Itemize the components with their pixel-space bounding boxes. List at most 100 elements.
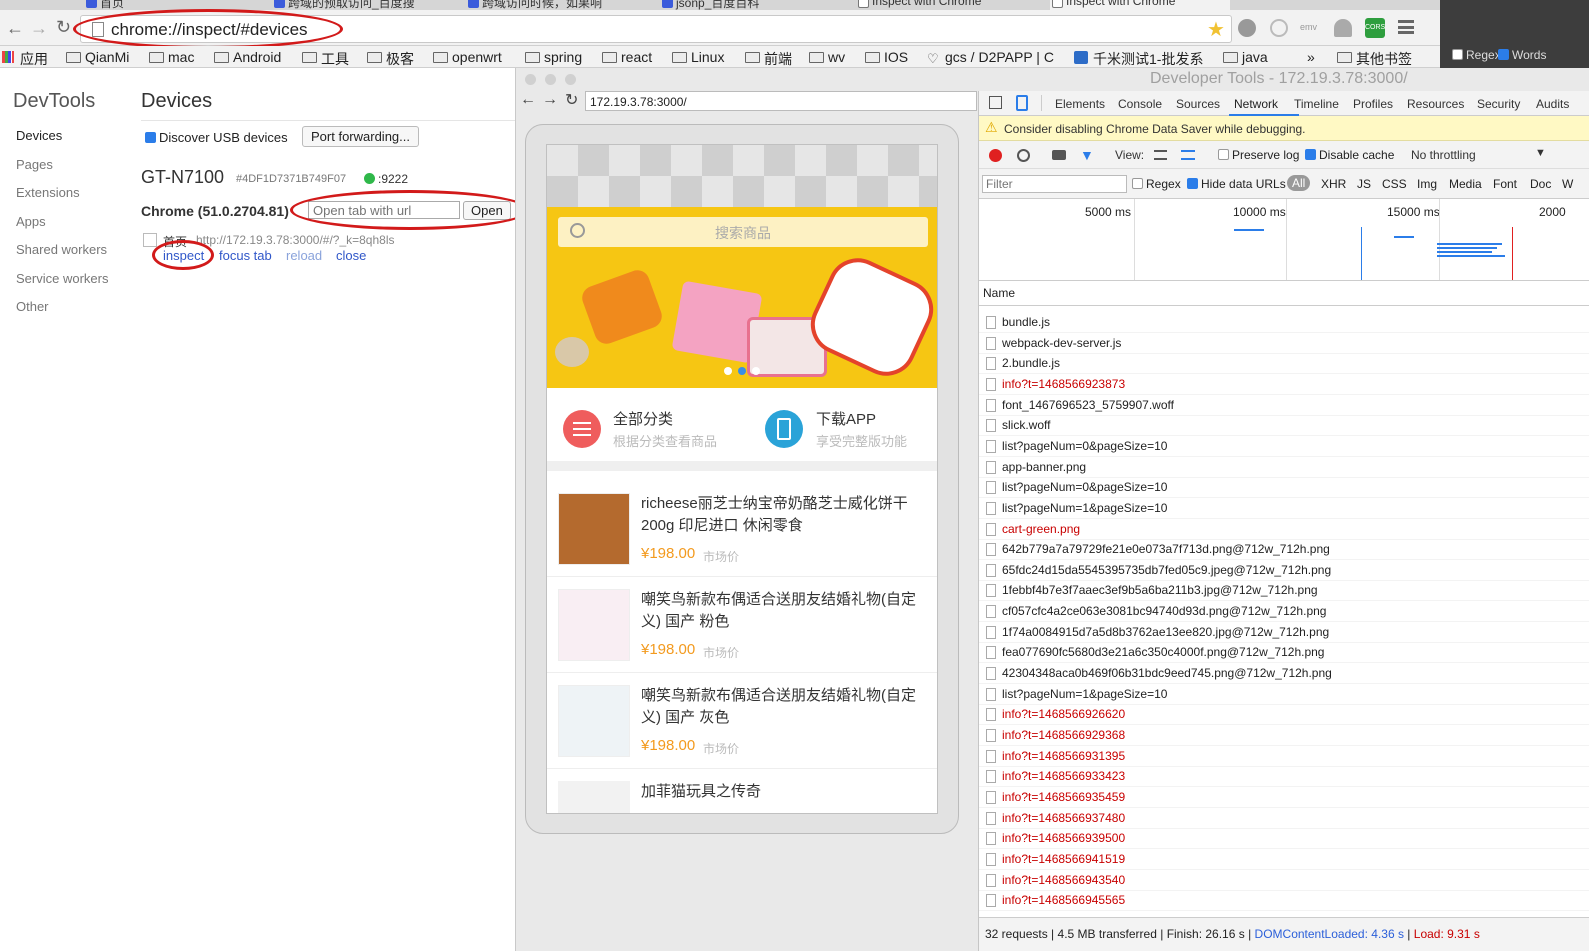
request-row[interactable]: 65fdc24d15da5545395735db7fed05c9.jpeg@71… (979, 560, 1589, 581)
extension-icon[interactable]: emv (1300, 22, 1317, 32)
bookmark-link[interactable]: 千米测试1-批发系 (1073, 49, 1213, 69)
request-row[interactable]: 2.bundle.js (979, 353, 1589, 375)
request-row[interactable]: list?pageNum=0&pageSize=10 (979, 477, 1589, 499)
bookmark-folder[interactable]: mac (148, 49, 194, 65)
browser-tab[interactable]: jsonp_百度百科 (660, 0, 835, 10)
bookmark-folder[interactable]: Linux (671, 49, 724, 65)
name-column-header[interactable]: Name (979, 281, 1589, 306)
tab-network[interactable]: Network (1234, 97, 1278, 111)
request-row[interactable]: info?t=1468566933423 (979, 766, 1589, 788)
bookmark-folder[interactable]: 前端 (744, 49, 792, 69)
filter-all[interactable]: All (1287, 175, 1311, 191)
nav-devices[interactable]: Devices (16, 128, 62, 143)
bookmark-folder[interactable]: wv (808, 49, 845, 65)
tab-profiles[interactable]: Profiles (1353, 97, 1393, 111)
filter-ws[interactable]: W (1562, 177, 1573, 191)
clear-icon[interactable] (1017, 149, 1030, 162)
cors-icon[interactable]: CORS (1365, 18, 1385, 38)
request-row[interactable]: info?t=1468566935459 (979, 787, 1589, 808)
other-bookmarks[interactable]: 其他书签 (1336, 49, 1412, 69)
tab-console[interactable]: Console (1118, 97, 1162, 111)
camera-icon[interactable] (1052, 150, 1066, 160)
chevron-down-icon[interactable]: ▼ (1535, 147, 1546, 159)
carousel-dot-active[interactable] (738, 367, 746, 375)
record-icon[interactable] (989, 149, 1002, 162)
overview-icon[interactable] (1181, 150, 1195, 160)
nav-other[interactable]: Other (16, 299, 49, 314)
bookmark-folder[interactable]: QianMi (65, 49, 129, 65)
focus-tab-link[interactable]: focus tab (219, 248, 272, 263)
nav-pages[interactable]: Pages (16, 157, 53, 172)
forward-icon[interactable]: → (30, 18, 48, 39)
bookmark-link[interactable]: ♡ gcs / D2PAPP | C (925, 49, 1060, 65)
request-row[interactable]: 1f74a0084915d7a5d8b3762ae13ee820.jpg@712… (979, 622, 1589, 643)
request-row[interactable]: 1febbf4b7e3f7aaec3ef9b5a6ba211b3.jpg@712… (979, 580, 1589, 602)
request-row[interactable]: info?t=1468566926620 (979, 704, 1589, 726)
port-forwarding-button[interactable]: Port forwarding... (302, 126, 419, 147)
star-icon[interactable]: ★ (1207, 17, 1225, 42)
screencast-forward-icon[interactable]: → (542, 91, 558, 109)
tab-audits[interactable]: Audits (1536, 97, 1569, 111)
device-screen[interactable]: 搜索商品 全部分类 根据分类查看商品 下载APP 享受完整版功能 richees… (546, 144, 938, 814)
tab-sources[interactable]: Sources (1176, 97, 1220, 111)
browser-tab[interactable]: Inspect with Chrome (856, 0, 1036, 10)
bookmark-folder[interactable]: IOS (864, 49, 908, 65)
request-row[interactable]: info?t=1468566945565 (979, 890, 1589, 912)
tab-resources[interactable]: Resources (1407, 97, 1464, 111)
browser-tab[interactable]: 跨域的预取访问_百度搜 (272, 0, 452, 10)
request-row[interactable]: cf057cfc4a2ce063e3081bc94740d93d.png@712… (979, 601, 1589, 623)
request-row[interactable]: fea077690fc5680d3e21a6c350c4000f.png@712… (979, 642, 1589, 664)
request-row[interactable]: list?pageNum=0&pageSize=10 (979, 436, 1589, 457)
bookmark-folder[interactable]: Android (213, 49, 281, 65)
filter-icon[interactable]: ▼ (1080, 147, 1094, 163)
carousel-dot[interactable] (752, 367, 760, 375)
browser-tab-active[interactable]: Inspect with Chrome (1050, 0, 1230, 10)
inspect-element-icon[interactable] (989, 96, 1002, 109)
request-row[interactable]: info?t=1468566923873 (979, 374, 1589, 395)
request-row[interactable]: info?t=1468566943540 (979, 870, 1589, 891)
bookmark-folder[interactable]: 工具 (301, 49, 349, 69)
filter-img[interactable]: Img (1417, 177, 1437, 191)
filter-media[interactable]: Media (1449, 177, 1482, 191)
request-row[interactable]: list?pageNum=1&pageSize=10 (979, 684, 1589, 705)
request-row[interactable]: info?t=1468566937480 (979, 808, 1589, 829)
filter-css[interactable]: CSS (1382, 177, 1407, 191)
request-row[interactable]: bundle.js (979, 312, 1589, 333)
umbrella-icon[interactable] (1334, 19, 1352, 37)
filter-js[interactable]: JS (1357, 177, 1371, 191)
category-all-title[interactable]: 全部分类 (613, 408, 673, 429)
request-row[interactable]: info?t=1468566941519 (979, 849, 1589, 870)
nav-service-workers[interactable]: Service workers (16, 271, 108, 286)
menu-icon[interactable] (1398, 20, 1414, 34)
search-bar[interactable]: 搜索商品 (558, 217, 928, 247)
filter-input[interactable] (982, 175, 1127, 193)
filter-font[interactable]: Font (1493, 177, 1517, 191)
window-minimize-icon[interactable] (545, 74, 556, 85)
window-close-icon[interactable] (525, 74, 536, 85)
preserve-log-checkbox[interactable] (1218, 149, 1229, 160)
window-zoom-icon[interactable] (565, 74, 576, 85)
screencast-url-input[interactable]: 172.19.3.78:3000/ (585, 91, 977, 111)
bookmark-folder[interactable]: java (1222, 49, 1268, 65)
regex-checkbox[interactable] (1452, 49, 1463, 60)
request-row[interactable]: app-banner.png (979, 457, 1589, 478)
request-row[interactable]: font_1467696523_5759907.woff (979, 395, 1589, 416)
reload-icon[interactable]: ↻ (56, 17, 71, 38)
nav-extensions[interactable]: Extensions (16, 185, 80, 200)
bookmark-folder[interactable]: openwrt (432, 49, 502, 65)
back-icon[interactable]: ← (6, 18, 24, 39)
tab-elements[interactable]: Elements (1055, 97, 1105, 111)
filter-xhr[interactable]: XHR (1321, 177, 1346, 191)
hide-data-urls-checkbox[interactable] (1187, 178, 1198, 189)
device-mode-icon[interactable] (1016, 95, 1028, 111)
request-row[interactable]: 42304348aca0b469f06b31bdc9eed745.png@712… (979, 663, 1589, 685)
regex-checkbox[interactable] (1132, 178, 1143, 189)
product-item[interactable]: 嘲笑鸟新款布偶适合送朋友结婚礼物(自定义) 国产 灰色 ¥198.00 市场价 (547, 673, 937, 769)
nav-shared-workers[interactable]: Shared workers (16, 242, 107, 257)
bookmark-folder[interactable]: spring (524, 49, 582, 65)
bookmark-folder[interactable]: react (601, 49, 652, 65)
request-row[interactable]: slick.woff (979, 415, 1589, 437)
product-item[interactable]: 嘲笑鸟新款布偶适合送朋友结婚礼物(自定义) 国产 粉色 ¥198.00 市场价 (547, 577, 937, 673)
bookmark-apps[interactable]: 应用 (0, 49, 48, 69)
reload-link[interactable]: reload (286, 248, 322, 263)
